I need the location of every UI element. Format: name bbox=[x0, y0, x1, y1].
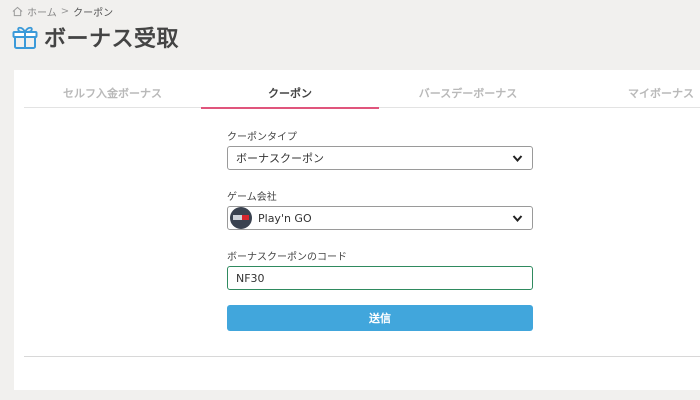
gift-icon bbox=[12, 26, 38, 49]
coupon-code-group: ボーナスクーポンのコード bbox=[227, 248, 533, 290]
chevron-down-icon bbox=[512, 215, 523, 223]
breadcrumb-current: クーポン bbox=[73, 7, 114, 19]
breadcrumb-separator: > bbox=[60, 5, 70, 17]
coupon-type-group: クーポンタイプ ボーナスクーポン bbox=[227, 128, 533, 170]
coupon-form: クーポンタイプ ボーナスクーポン ゲーム会社 Play'n GO ボーナスクーポ… bbox=[227, 128, 533, 331]
breadcrumb-home-link[interactable]: ホーム bbox=[27, 4, 57, 19]
chevron-down-icon bbox=[512, 155, 523, 163]
provider-logo bbox=[230, 207, 252, 229]
tab-coupon[interactable]: クーポン bbox=[201, 78, 379, 109]
page-title: ボーナス受取 bbox=[44, 27, 180, 52]
coupon-type-label: クーポンタイプ bbox=[227, 132, 297, 143]
game-company-select[interactable]: Play'n GO bbox=[227, 206, 533, 230]
tab-bar: セルフ入金ボーナス クーポン バースデーボーナス マイボーナス bbox=[24, 78, 700, 109]
game-company-group: ゲーム会社 Play'n GO bbox=[227, 188, 533, 230]
game-company-label: ゲーム会社 bbox=[227, 192, 277, 203]
breadcrumb: ホーム > クーポン bbox=[12, 4, 114, 19]
coupon-code-input[interactable] bbox=[227, 266, 533, 290]
divider bbox=[24, 356, 700, 357]
home-icon[interactable] bbox=[12, 6, 23, 17]
bonus-card: セルフ入金ボーナス クーポン バースデーボーナス マイボーナス クーポンタイプ … bbox=[14, 70, 700, 390]
tab-my-bonus[interactable]: マイボーナス bbox=[557, 78, 700, 108]
tab-self-deposit-bonus[interactable]: セルフ入金ボーナス bbox=[24, 78, 201, 108]
coupon-type-value: ボーナスクーポン bbox=[236, 152, 324, 165]
submit-button[interactable]: 送信 bbox=[227, 305, 533, 331]
page-header: ボーナス受取 bbox=[12, 22, 179, 52]
coupon-code-label: ボーナスクーポンのコード bbox=[227, 252, 347, 263]
coupon-type-select[interactable]: ボーナスクーポン bbox=[227, 146, 533, 170]
tab-birthday-bonus[interactable]: バースデーボーナス bbox=[379, 78, 557, 108]
game-company-value: Play'n GO bbox=[258, 211, 312, 225]
